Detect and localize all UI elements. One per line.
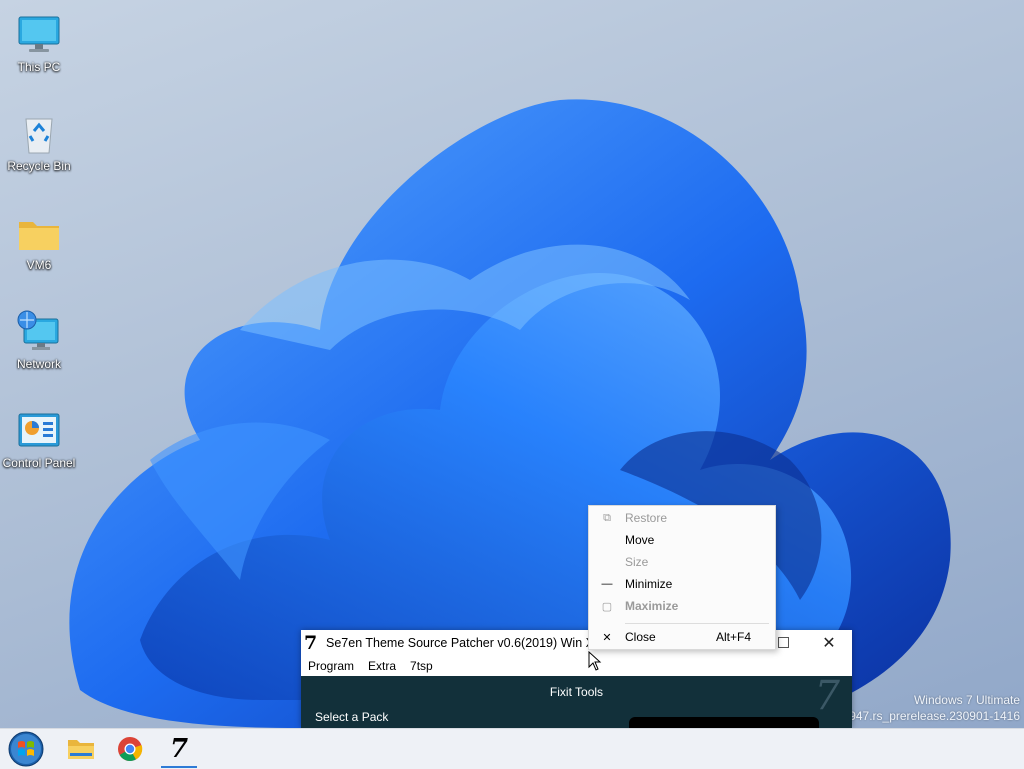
7tsp-icon: 7 [169,734,189,764]
desktop-icon-label: This PC [17,60,61,74]
recycle-bin-icon [16,111,62,157]
os-watermark: Windows 7 Ultimate 25947.rs_prerelease.2… [836,693,1020,723]
menu-item-label: Restore [625,511,668,525]
monitor-icon [16,12,62,58]
menu-item-shortcut: Alt+F4 [715,630,751,644]
mouse-cursor-icon [588,651,602,671]
menu-7tsp[interactable]: 7tsp [403,659,440,673]
menu-item-label: Maximize [625,599,679,613]
menu-item-move[interactable]: Move [589,529,775,551]
desktop-icon-recycle-bin[interactable]: Recycle Bin [0,103,78,173]
close-icon: ✕ [602,631,612,644]
desktop-icon-network[interactable]: Network [0,301,78,371]
taskbar: 7 [0,728,1024,769]
7tsp-logo-mark: 7 [814,673,840,719]
chrome-icon [118,737,143,762]
network-icon [16,309,62,355]
desktop-icon-this-pc[interactable]: This PC [0,4,78,74]
control-panel-icon [16,408,62,454]
watermark-build: 25947.rs_prerelease.230901-1416 [835,709,1020,723]
desktop-icon-vm6[interactable]: VM6 [0,202,78,272]
menu-item-restore[interactable]: ⧉ Restore [589,507,775,529]
app-logo-icon: 7 [304,631,318,654]
close-button[interactable]: ✕ [806,630,852,655]
minimize-icon: — [601,578,613,590]
desktop-icon-label: Recycle Bin [7,159,71,173]
taskbar-file-explorer[interactable] [57,729,105,769]
close-icon: ✕ [822,634,836,652]
maximize-icon: ▢ [601,600,613,613]
folder-icon [16,210,62,256]
start-button[interactable] [2,729,50,769]
windows-orb-icon [8,731,44,767]
select-pack-label: Select a Pack [315,710,389,724]
app-body: Fixit Tools Select a Pack 7 [301,673,852,728]
window-system-menu: ⧉ Restore Move Size — Minimize ▢ Maximiz… [588,505,776,650]
menu-item-label: Close [625,630,656,644]
menu-program[interactable]: Program [301,659,361,673]
window-title: Se7en Theme Source Patcher v0.6(2019) Wi… [326,635,608,650]
menu-item-maximize[interactable]: ▢ Maximize [589,595,775,617]
restore-icon: ⧉ [603,511,611,524]
taskbar-7tsp[interactable]: 7 [155,729,203,769]
file-explorer-icon [68,740,94,759]
menu-separator [625,623,769,624]
menu-item-size[interactable]: Size [589,551,775,573]
section-heading: Fixit Tools [549,685,604,699]
maximize-icon [777,637,789,648]
menu-bar: Program Extra 7tsp [301,655,852,677]
menu-item-label: Move [625,533,655,547]
watermark-edition: Windows 7 Ultimate [913,693,1020,707]
desktop-icon-control-panel[interactable]: Control Panel [0,400,78,470]
menu-extra[interactable]: Extra [361,659,403,673]
menu-item-minimize[interactable]: — Minimize [589,573,775,595]
desktop-icon-label: Network [16,357,61,371]
taskbar-chrome[interactable] [106,729,154,769]
menu-item-label: Size [625,555,649,569]
wallpaper [69,99,951,728]
desktop-icon-label: VM6 [26,258,52,272]
menu-item-label: Minimize [625,577,673,591]
pack-selector[interactable] [629,717,819,728]
menu-item-close[interactable]: ✕ Close Alt+F4 [589,626,775,648]
desktop-icon-label: Control Panel [2,456,76,470]
